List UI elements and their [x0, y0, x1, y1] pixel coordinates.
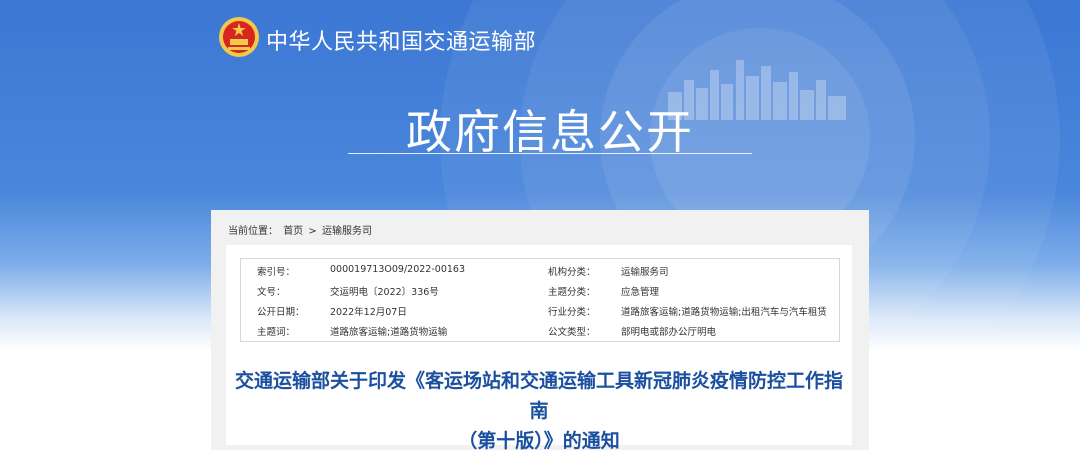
- document-title: 交通运输部关于印发《客运场站和交通运输工具新冠肺炎疫情防控工作指南 （第十版）》…: [226, 366, 852, 456]
- metadata-table: 索引号： 000019713O09/2022-00163 机构分类： 运输服务司…: [240, 258, 840, 342]
- meta-value: 000019713O09/2022-00163: [330, 264, 465, 275]
- meta-label: 索引号：: [257, 267, 296, 278]
- metadata-row: 主题词： 道路旅客运输;道路货物运输 公文类型： 部明电或部办公厅明电: [241, 320, 841, 340]
- meta-value: 道路旅客运输;道路货物运输: [330, 327, 448, 338]
- meta-label: 行业分类：: [548, 307, 596, 318]
- meta-label: 主题分类：: [548, 287, 596, 298]
- meta-label: 公文类型：: [548, 327, 596, 338]
- meta-value: 应急管理: [621, 287, 660, 298]
- title-divider: [348, 153, 752, 154]
- meta-label: 公开日期：: [257, 307, 305, 318]
- meta-label: 主题词：: [257, 327, 296, 338]
- ministry-name[interactable]: 中华人民共和国交通运输部: [266, 24, 536, 56]
- document-title-line1: 交通运输部关于印发《客运场站和交通运输工具新冠肺炎疫情防控工作指南: [234, 370, 843, 422]
- breadcrumb-separator: >: [308, 226, 317, 237]
- breadcrumb-item-home[interactable]: 首页: [283, 226, 303, 237]
- document-title-line2: （第十版）》的通知: [458, 430, 620, 452]
- breadcrumb: 当前位置： 首页 > 运输服务司: [228, 222, 374, 237]
- breadcrumb-item-dept[interactable]: 运输服务司: [322, 226, 372, 237]
- meta-value: 道路旅客运输;道路货物运输;出租汽车与汽车租赁: [621, 307, 827, 318]
- metadata-row: 文号： 交运明电〔2022〕336号 主题分类： 应急管理: [241, 280, 841, 300]
- breadcrumb-label: 当前位置：: [228, 226, 278, 237]
- meta-value: 2022年12月07日: [330, 307, 407, 318]
- meta-value: 运输服务司: [621, 267, 669, 278]
- meta-value: 部明电或部办公厅明电: [621, 327, 717, 338]
- meta-label: 机构分类：: [548, 267, 596, 278]
- meta-value: 交运明电〔2022〕336号: [330, 287, 439, 298]
- metadata-row: 公开日期： 2022年12月07日 行业分类： 道路旅客运输;道路货物运输;出租…: [241, 300, 841, 320]
- meta-label: 文号：: [257, 287, 286, 298]
- national-emblem-icon: [219, 17, 259, 57]
- metadata-row: 索引号： 000019713O09/2022-00163 机构分类： 运输服务司: [241, 260, 841, 280]
